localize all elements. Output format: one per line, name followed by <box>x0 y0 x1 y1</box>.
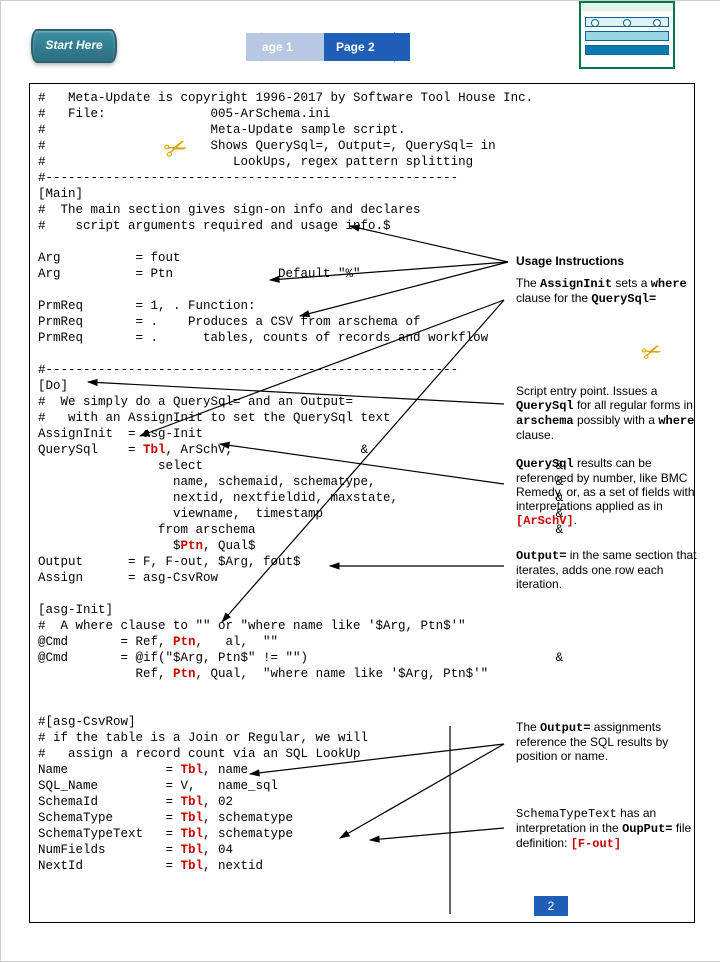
page-next-label: Page 2 <box>324 40 375 54</box>
annotation-usage: Usage Instructions <box>516 254 712 268</box>
document-sheet: # Meta-Update is copyright 1996-2017 by … <box>29 83 695 923</box>
annotation-assigninit: The AssignInit sets a where clause for t… <box>516 276 712 306</box>
recorder-icon <box>579 9 675 69</box>
page-prev-label: Page 1 <box>246 40 293 54</box>
annotation-qsql-results: QuerySql results can be referenced by nu… <box>516 456 712 528</box>
page-prev-arrow[interactable]: Page 1 <box>246 33 330 61</box>
annotation-output: Output= in the same section that iterate… <box>516 548 712 591</box>
annotation-schematypetext: SchemaTypeText has an interpretation in … <box>516 806 712 851</box>
start-here-button[interactable]: Start Here <box>31 29 117 63</box>
page-next-arrow[interactable]: Page 2 <box>324 33 410 61</box>
pager: Page 1 Page 2 <box>246 33 396 73</box>
annotation-entrypoint: Script entry point. Issues a QuerySql fo… <box>516 384 712 442</box>
page: Start Here Page 1 Page 2 # Meta-Update i… <box>0 0 720 962</box>
annotation-output-assign: The Output= assignments reference the SQ… <box>516 720 712 763</box>
page-number-badge: 2 <box>534 896 568 916</box>
